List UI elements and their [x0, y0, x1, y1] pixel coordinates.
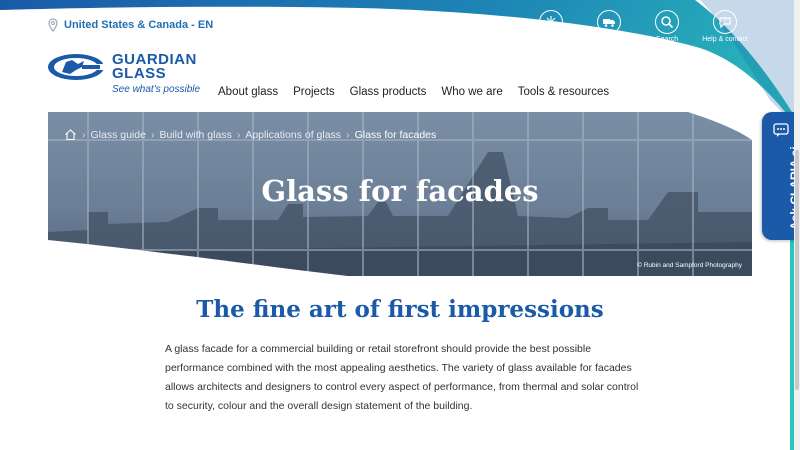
location-pin-icon: [48, 18, 58, 32]
utility-nav: Resource Hub Commerce & Service Portal S…: [528, 10, 748, 52]
chevron-right-icon: ›: [236, 128, 241, 141]
util-resource-hub[interactable]: Resource Hub: [528, 10, 574, 52]
locale-label: United States & Canada - EN: [64, 19, 214, 31]
scrollbar-thumb[interactable]: [795, 150, 799, 390]
util-help-contact[interactable]: ? Help & contact: [702, 10, 748, 52]
home-icon[interactable]: [64, 128, 77, 141]
nav-tools-resources[interactable]: Tools & resources: [518, 86, 609, 98]
brand-name-line2: GLASS: [112, 65, 167, 82]
hero-banner: › Glass guide › Build with glass › Appli…: [48, 112, 752, 276]
help-icon: ?: [719, 17, 731, 29]
breadcrumb: › Glass guide › Build with glass › Appli…: [64, 128, 436, 141]
nav-projects[interactable]: Projects: [293, 86, 335, 98]
guardian-logo-icon: [48, 54, 108, 80]
main-nav: About glass Projects Glass products Who …: [218, 86, 609, 98]
brand-tagline: See what's possible: [112, 84, 201, 95]
breadcrumb-glass-guide[interactable]: Glass guide: [91, 129, 146, 141]
chevron-right-icon: ›: [82, 128, 86, 141]
util-commerce-portal[interactable]: Commerce & Service Portal: [586, 10, 632, 52]
util-label: Help & contact: [702, 36, 748, 43]
photo-credit: © Rubin and Sampford Photography: [637, 262, 742, 269]
resource-hub-icon: [545, 16, 557, 28]
locale-selector[interactable]: United States & Canada - EN: [48, 18, 213, 32]
nav-glass-products[interactable]: Glass products: [350, 86, 427, 98]
chat-icon: [773, 123, 789, 137]
util-label: Resource Hub: [528, 36, 574, 43]
breadcrumb-current: Glass for facades: [354, 128, 437, 141]
intro-paragraph: A glass facade for a commercial building…: [165, 343, 639, 412]
search-icon: [661, 16, 674, 29]
nav-who-we-are[interactable]: Who we are: [441, 86, 502, 98]
util-label: Commerce & Service Portal: [587, 36, 631, 51]
breadcrumb-applications[interactable]: Applications of glass: [245, 129, 341, 141]
util-label: Search: [655, 36, 679, 43]
util-search[interactable]: Search: [644, 10, 690, 52]
nav-about-glass[interactable]: About glass: [218, 86, 278, 98]
chevron-right-icon: ›: [150, 128, 155, 141]
section-headline: The fine art of first impressions: [196, 296, 604, 323]
truck-icon: [603, 19, 615, 27]
chevron-right-icon: ›: [346, 128, 350, 141]
guardian-glass-logo[interactable]: GUARDIAN GLASS See what's possible: [48, 50, 218, 98]
page-scrollbar[interactable]: [794, 0, 800, 450]
breadcrumb-build-with-glass[interactable]: Build with glass: [159, 129, 231, 141]
page-title: Glass for facades: [261, 174, 539, 208]
